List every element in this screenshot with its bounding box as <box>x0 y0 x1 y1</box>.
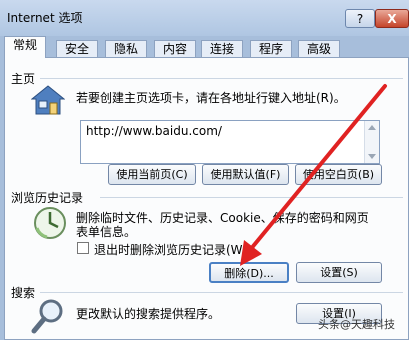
tab-general[interactable]: 常规 <box>4 36 46 58</box>
red-arrow-annotation <box>240 84 387 266</box>
watermark-text: 头条@天趣科技 <box>318 318 395 331</box>
